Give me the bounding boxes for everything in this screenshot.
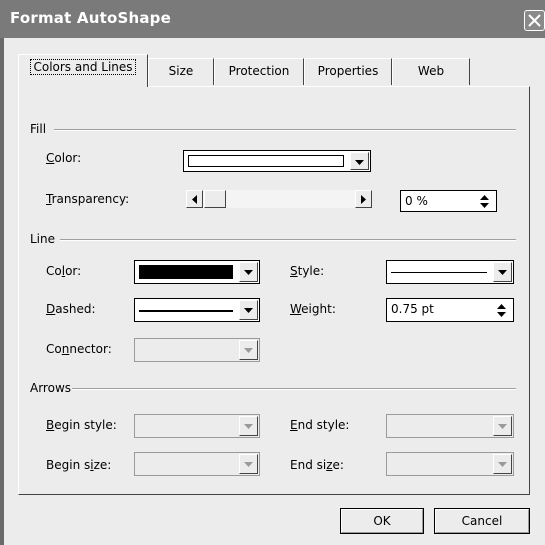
dropdown-arrow-button[interactable] <box>493 262 512 282</box>
slider-left-button[interactable] <box>186 190 203 208</box>
cancel-button-label: Cancel <box>461 514 503 528</box>
end-size-label: End size: <box>290 458 344 472</box>
title-bar: Format AutoShape <box>0 0 545 38</box>
slider-right-button[interactable] <box>355 190 372 208</box>
arrow-right-icon <box>361 195 366 204</box>
line-color-dropdown[interactable] <box>134 260 260 284</box>
transparency-input[interactable]: 0 % <box>400 190 497 212</box>
chevron-down-icon <box>244 462 253 467</box>
close-button[interactable] <box>524 10 545 31</box>
tab-protection[interactable]: Protection <box>214 58 304 85</box>
dropdown-arrow-button[interactable] <box>493 416 512 436</box>
fill-color-label: Color: <box>46 151 82 165</box>
begin-size-dropdown[interactable] <box>134 452 260 476</box>
end-size-dropdown[interactable] <box>386 452 514 476</box>
ok-button-label: OK <box>373 514 391 528</box>
transparency-slider[interactable] <box>186 190 372 208</box>
tab-label: Properties <box>317 64 379 78</box>
spin-up-icon <box>480 195 489 200</box>
dialog-left-edge <box>0 38 4 545</box>
arrows-group-label: Arrows <box>30 381 72 395</box>
ok-button[interactable]: OK <box>340 508 424 534</box>
tab-size[interactable]: Size <box>148 58 214 85</box>
transparency-spinner[interactable] <box>476 193 494 209</box>
dashed-label: Dashed: <box>46 302 96 316</box>
weight-spinner[interactable] <box>493 301 511 319</box>
fill-color-dropdown[interactable] <box>183 150 371 172</box>
weight-label: Weight: <box>290 302 336 316</box>
chevron-down-icon <box>498 270 507 275</box>
chevron-down-icon <box>355 160 364 165</box>
transparency-value: 0 % <box>405 194 428 208</box>
tab-label: Colors and Lines <box>30 59 136 75</box>
weight-input[interactable]: 0.75 pt <box>386 298 514 322</box>
connector-label: Connector: <box>46 342 112 356</box>
dropdown-arrow-button[interactable] <box>239 454 258 474</box>
line-group-divider <box>60 239 516 241</box>
close-icon <box>528 14 541 27</box>
tab-properties[interactable]: Properties <box>304 58 392 85</box>
tab-label: Protection <box>228 64 290 78</box>
spin-up-icon <box>497 304 506 309</box>
arrows-group-divider <box>72 388 516 390</box>
begin-size-label: Begin size: <box>46 458 112 472</box>
dropdown-arrow-button[interactable] <box>239 416 258 436</box>
end-style-label: End style: <box>290 418 350 432</box>
line-color-swatch <box>139 265 233 279</box>
end-style-dropdown[interactable] <box>386 414 514 438</box>
transparency-label: Transparency: <box>46 192 130 206</box>
dropdown-arrow-button[interactable] <box>350 152 369 170</box>
arrow-left-icon <box>192 195 197 204</box>
chevron-down-icon <box>244 308 253 313</box>
line-style-dropdown[interactable] <box>386 260 514 284</box>
fill-group-divider <box>54 129 516 131</box>
dropdown-arrow-button[interactable] <box>239 262 258 282</box>
spin-down-icon <box>480 203 489 208</box>
line-style-label: Style: <box>290 264 325 278</box>
dropdown-arrow-button[interactable] <box>239 300 258 320</box>
chevron-down-icon <box>498 462 507 467</box>
tab-web[interactable]: Web <box>392 58 470 85</box>
chevron-down-icon <box>244 348 253 353</box>
dropdown-arrow-button[interactable] <box>493 454 512 474</box>
chevron-down-icon <box>498 424 507 429</box>
cancel-button[interactable]: Cancel <box>434 508 530 534</box>
weight-value: 0.75 pt <box>391 302 434 316</box>
line-group-label: Line <box>30 232 56 246</box>
line-color-label: Color: <box>46 264 82 278</box>
begin-style-label: Begin style: <box>46 418 117 432</box>
begin-style-dropdown[interactable] <box>134 414 260 438</box>
window-title: Format AutoShape <box>10 9 171 27</box>
fill-group-label: Fill <box>30 122 47 136</box>
tab-label: Web <box>417 64 445 78</box>
fill-color-swatch <box>188 155 344 167</box>
tab-label: Size <box>168 64 194 78</box>
dashed-dropdown[interactable] <box>134 298 260 322</box>
connector-dropdown[interactable] <box>134 338 260 362</box>
dash-style-preview <box>139 310 233 312</box>
chevron-down-icon <box>244 270 253 275</box>
chevron-down-icon <box>244 424 253 429</box>
spin-down-icon <box>497 312 506 317</box>
slider-thumb[interactable] <box>204 190 226 208</box>
dropdown-arrow-button[interactable] <box>239 340 258 360</box>
line-style-preview <box>391 272 487 273</box>
tab-colors-and-lines[interactable]: Colors and Lines <box>18 54 148 87</box>
